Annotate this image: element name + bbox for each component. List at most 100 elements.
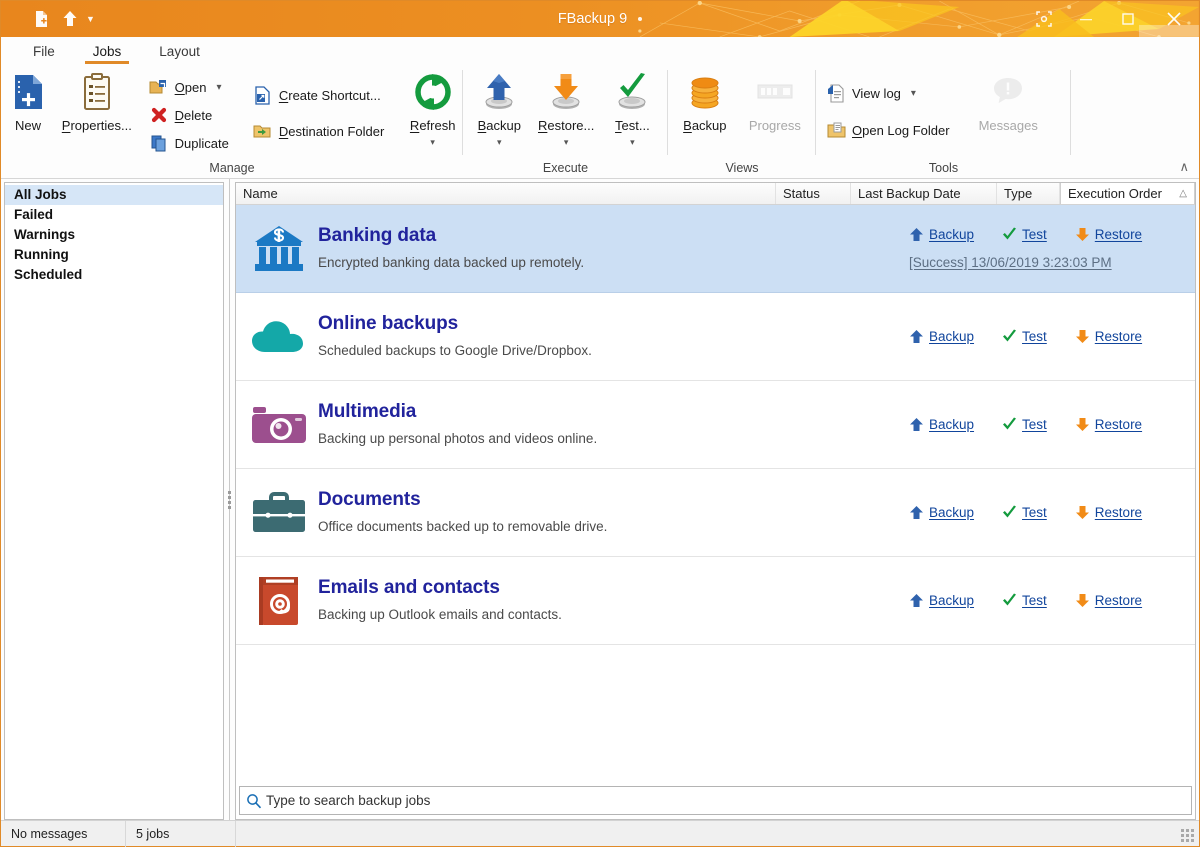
row-backup-link[interactable]: Backup: [909, 227, 974, 242]
ribbon-group-execute: Backup ▾ Restore... ▾ Test... ▾ Execute: [463, 64, 668, 179]
properties-button[interactable]: Properties...: [55, 70, 139, 133]
execute-backup-dropdown-icon[interactable]: ▾: [497, 138, 502, 147]
views-progress-button[interactable]: Progress: [740, 70, 810, 133]
row-restore-label: Restore: [1094, 227, 1143, 242]
refresh-button-label: Refresh: [409, 118, 456, 133]
ribbon-group-manage: New Properties... Open ▾ Delete Duplicat…: [1, 64, 463, 179]
row-backup-link[interactable]: Backup: [909, 417, 974, 432]
minimize-button[interactable]: [1065, 1, 1107, 37]
table-row[interactable]: Emails and contacts Backing up Outlook e…: [236, 557, 1195, 645]
column-header-name[interactable]: Name: [236, 183, 776, 204]
title-bar: ▼ FBackup 9: [1, 1, 1199, 37]
new-button-label: New: [14, 118, 41, 133]
check-icon: [1003, 417, 1017, 430]
open-log-folder-button[interactable]: Open Log Folder: [822, 117, 956, 143]
row-test-link[interactable]: Test: [1002, 505, 1047, 520]
row-restore-link[interactable]: Restore: [1075, 227, 1142, 242]
job-text: Online backups Scheduled backups to Goog…: [310, 311, 901, 362]
search-input-placeholder: Type to search backup jobs: [266, 793, 431, 808]
open-dropdown-icon[interactable]: ▾: [216, 82, 221, 93]
minimize-icon: [1080, 19, 1092, 21]
open-button[interactable]: Open ▾: [145, 74, 235, 100]
table-row[interactable]: Banking data Encrypted banking data back…: [236, 205, 1195, 293]
qat-dropdown-icon[interactable]: ▼: [86, 14, 95, 24]
tab-jobs[interactable]: Jobs: [75, 41, 140, 64]
execute-backup-label: Backup: [477, 118, 521, 133]
refresh-dropdown-icon[interactable]: ▾: [430, 138, 435, 147]
refresh-button[interactable]: Refresh ▾: [402, 70, 463, 147]
execute-test-button[interactable]: Test... ▾: [603, 70, 662, 147]
execute-backup-button[interactable]: Backup ▾: [469, 70, 530, 147]
execute-restore-dropdown-icon[interactable]: ▾: [564, 138, 569, 147]
sidebar-item-all-jobs[interactable]: All Jobs: [5, 185, 223, 205]
arrow-down-icon: [1075, 228, 1089, 241]
tab-layout[interactable]: Layout: [141, 41, 218, 64]
execute-restore-button[interactable]: Restore... ▾: [530, 70, 603, 147]
row-restore-link[interactable]: Restore: [1075, 329, 1142, 344]
sidebar-item-failed[interactable]: Failed: [5, 205, 223, 225]
sidebar-item-running[interactable]: Running: [5, 245, 223, 265]
group-label-execute: Execute: [542, 161, 589, 175]
duplicate-button[interactable]: Duplicate: [145, 130, 235, 156]
row-test-link[interactable]: Test: [1002, 593, 1047, 608]
maximize-button[interactable]: [1107, 1, 1149, 37]
row-backup-link[interactable]: Backup: [909, 593, 974, 608]
row-restore-link[interactable]: Restore: [1075, 593, 1142, 608]
duplicate-button-label: Duplicate: [174, 135, 229, 151]
cloud-icon: [248, 316, 310, 358]
create-shortcut-label: Create Shortcut...: [278, 87, 381, 103]
column-header-last-backup-date[interactable]: Last Backup Date: [851, 183, 997, 204]
row-restore-link[interactable]: Restore: [1075, 505, 1142, 520]
view-log-button[interactable]: View log ▾: [822, 80, 956, 106]
tab-file[interactable]: File: [15, 41, 73, 64]
column-header-execution-order[interactable]: Execution Order △: [1060, 183, 1195, 204]
row-backup-link[interactable]: Backup: [909, 329, 974, 344]
row-backup-label: Backup: [929, 329, 975, 344]
titlebar-decoration: [1, 1, 1199, 37]
row-backup-link[interactable]: Backup: [909, 505, 974, 520]
row-test-link[interactable]: Test: [1002, 329, 1047, 344]
sidebar-item-scheduled[interactable]: Scheduled: [5, 265, 223, 285]
close-button[interactable]: [1149, 1, 1199, 37]
column-header-type[interactable]: Type: [997, 183, 1060, 204]
execute-test-dropdown-icon[interactable]: ▾: [630, 138, 635, 147]
bank-icon: [248, 223, 310, 275]
job-status-link[interactable]: [Success] 13/06/2019 3:23:03 PM: [901, 255, 1112, 270]
search-backup-jobs[interactable]: Type to search backup jobs: [239, 786, 1192, 815]
arrow-down-icon: [1075, 506, 1089, 519]
restore-arrow-down-icon: [545, 70, 587, 114]
column-header-status[interactable]: Status: [776, 183, 851, 204]
row-backup-label: Backup: [929, 505, 975, 520]
destination-folder-button[interactable]: Destination Folder: [249, 118, 391, 144]
job-name: Banking data: [318, 225, 437, 246]
new-button[interactable]: New: [1, 70, 55, 133]
pane-splitter[interactable]: [224, 179, 235, 820]
table-row[interactable]: Multimedia Backing up personal photos an…: [236, 381, 1195, 469]
delete-button-label: Delete: [174, 107, 213, 123]
row-test-link[interactable]: Test: [1002, 227, 1047, 242]
destination-folder-label: Destination Folder: [278, 123, 385, 139]
fbackup-window: ▼ FBackup 9 File Jobs Layout New Propert…: [0, 0, 1200, 847]
resize-grip[interactable]: [1181, 829, 1194, 842]
collapse-ribbon-button[interactable]: ∧: [1179, 159, 1189, 175]
view-log-dropdown-icon[interactable]: ▾: [911, 88, 916, 99]
open-folder-icon: [149, 77, 169, 97]
row-restore-link[interactable]: Restore: [1075, 417, 1142, 432]
backup-up-icon[interactable]: [60, 9, 80, 29]
jobs-filter-sidebar: All Jobs Failed Warnings Running Schedul…: [4, 182, 224, 820]
delete-button[interactable]: Delete: [145, 102, 235, 128]
table-row[interactable]: Documents Office documents backed up to …: [236, 469, 1195, 557]
sidebar-item-warnings[interactable]: Warnings: [5, 225, 223, 245]
window-title-text: FBackup 9: [557, 11, 628, 27]
messages-button[interactable]: Messages: [970, 70, 1047, 133]
ribbon-tabs: File Jobs Layout: [1, 37, 1199, 64]
capture-button[interactable]: [1023, 1, 1065, 37]
create-shortcut-button[interactable]: Create Shortcut...: [249, 82, 391, 108]
status-messages[interactable]: No messages: [1, 820, 126, 847]
views-backup-button[interactable]: Backup: [674, 70, 735, 133]
row-restore-label: Restore: [1094, 505, 1143, 520]
job-name: Online backups: [318, 313, 459, 334]
table-row[interactable]: Online backups Scheduled backups to Goog…: [236, 293, 1195, 381]
row-test-link[interactable]: Test: [1002, 417, 1047, 432]
new-job-icon[interactable]: [31, 9, 51, 29]
